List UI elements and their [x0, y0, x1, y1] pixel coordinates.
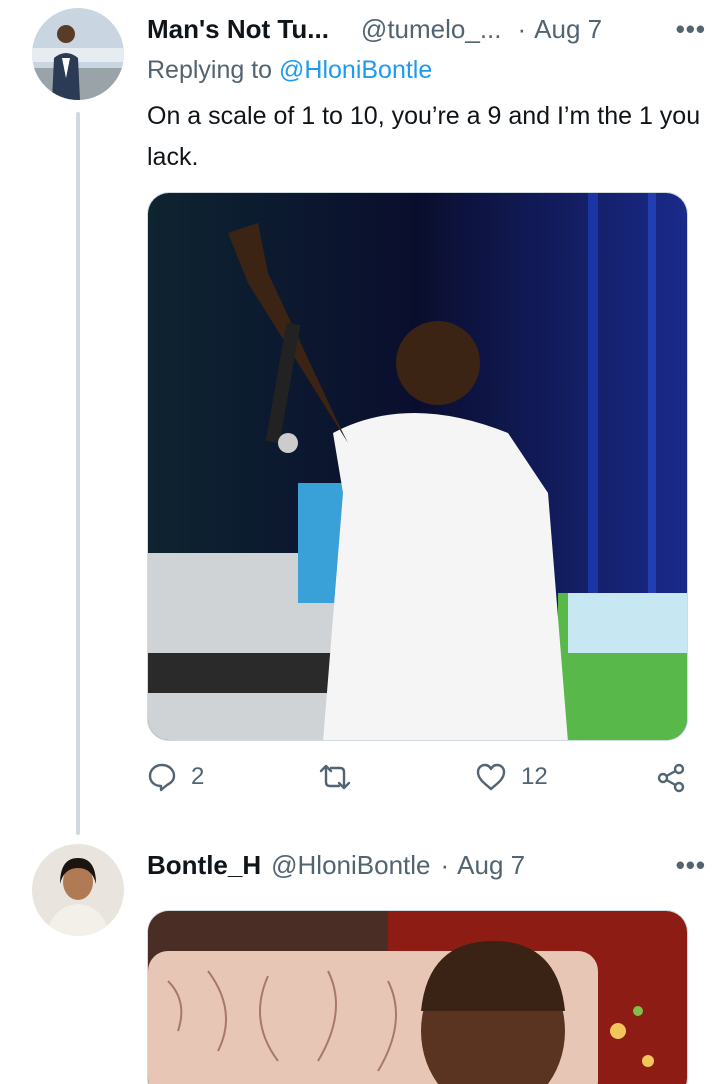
- more-icon[interactable]: •••: [676, 14, 706, 45]
- retweet-button[interactable]: [317, 762, 367, 792]
- avatar-tweet2[interactable]: [32, 844, 124, 936]
- like-icon: [475, 762, 507, 792]
- tweet1-handle[interactable]: @tumelo_...: [361, 14, 502, 45]
- tweet2-date[interactable]: Aug 7: [457, 850, 525, 881]
- tweet1-action-bar: 2 12: [147, 762, 688, 808]
- tweet1-separator: ·: [517, 14, 527, 44]
- thread-connector-line: [76, 112, 80, 835]
- tweet2-display-name[interactable]: Bontle_H: [147, 850, 261, 881]
- replying-to-line: Replying to @HloniBontle: [147, 56, 432, 85]
- more-icon[interactable]: •••: [676, 850, 706, 881]
- tweet1-photo[interactable]: [147, 192, 688, 741]
- tweet1-display-name[interactable]: Man's Not Tu...: [147, 14, 329, 45]
- tweet1-text: On a scale of 1 to 10, you’re a 9 and I’…: [147, 102, 701, 171]
- tweet2-photo[interactable]: [147, 910, 688, 1084]
- replying-handle-link[interactable]: @HloniBontle: [279, 56, 432, 84]
- retweet-icon: [317, 762, 353, 792]
- tweet2-separator: ·: [440, 850, 450, 880]
- reply-icon: [147, 762, 177, 792]
- share-button[interactable]: [655, 762, 687, 794]
- replying-prefix: Replying to: [147, 56, 280, 84]
- tweet2-header: Bontle_H @HloniBontle · Aug 7: [147, 850, 525, 881]
- tweet1-date[interactable]: Aug 7: [534, 14, 602, 45]
- tweet1-header: Man's Not Tu... @tumelo_... · Aug 7: [147, 14, 602, 45]
- avatar-tweet1[interactable]: [32, 8, 124, 100]
- like-button[interactable]: 12: [475, 762, 548, 792]
- reply-count: 2: [191, 763, 205, 790]
- like-count: 12: [521, 763, 548, 790]
- tweet2-handle[interactable]: @HloniBontle: [271, 850, 430, 881]
- share-icon: [655, 762, 687, 794]
- reply-button[interactable]: 2: [147, 762, 204, 792]
